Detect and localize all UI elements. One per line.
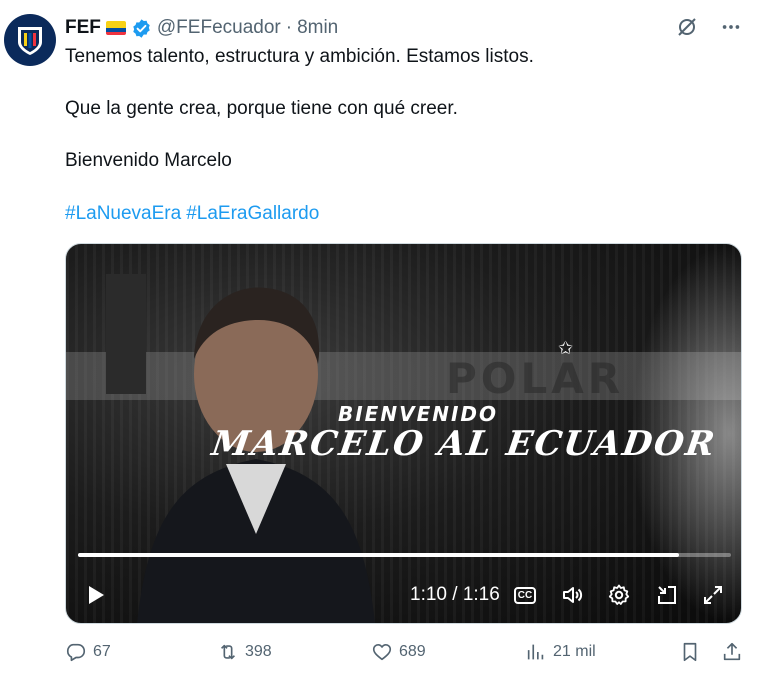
retweet-count: 398 xyxy=(245,643,272,660)
banner-text: POLAR xyxy=(446,354,625,403)
grok-icon[interactable] xyxy=(674,14,700,40)
captions-label: CC xyxy=(513,586,537,604)
views-button[interactable]: 21 mil xyxy=(525,641,596,663)
author-name[interactable]: FEF xyxy=(65,17,101,39)
top-actions xyxy=(674,14,744,40)
play-icon[interactable] xyxy=(86,584,106,606)
more-icon[interactable] xyxy=(718,14,744,40)
retweet-button[interactable]: 398 xyxy=(217,641,272,663)
hashtags: #LaNuevaEra #LaEraGallardo xyxy=(65,202,324,226)
hashtag-link[interactable]: #LaNuevaEra xyxy=(65,203,181,224)
star-icon: ✩ xyxy=(558,338,574,358)
heart-icon xyxy=(372,644,392,661)
verified-badge-icon xyxy=(133,18,150,38)
reply-count: 67 xyxy=(93,643,111,660)
video-player[interactable]: POLAR ✩ BIENVENIDO MARCELO AL ECUADOR 1:… xyxy=(65,243,742,624)
timestamp[interactable]: 8min xyxy=(297,17,338,39)
hashtag-link[interactable]: #LaEraGallardo xyxy=(186,203,319,224)
like-count: 689 xyxy=(399,643,426,660)
ecuador-flag-icon xyxy=(105,21,126,35)
bookmark-icon xyxy=(683,642,697,662)
overlay-large-text: MARCELO AL ECUADOR xyxy=(209,424,719,464)
view-count: 21 mil xyxy=(553,643,596,660)
volume-icon[interactable] xyxy=(559,582,585,608)
like-button[interactable]: 689 xyxy=(371,641,426,663)
video-timecode: 1:10 / 1:16 xyxy=(410,584,500,605)
video-progress-fill xyxy=(78,553,679,557)
retweet-icon xyxy=(220,644,236,660)
share-icon xyxy=(723,642,741,661)
separator-dot: · xyxy=(285,17,293,38)
bookmark-button[interactable] xyxy=(679,641,701,663)
share-button[interactable] xyxy=(721,641,743,663)
views-icon xyxy=(527,644,544,660)
dock-icon[interactable] xyxy=(654,582,680,608)
author-handle[interactable]: @FEFecuador xyxy=(157,17,281,39)
video-controls: 1:10 / 1:16 CC xyxy=(66,574,741,614)
tweet-actions: 67 398 689 21 mil xyxy=(65,641,745,669)
video-progress-bar[interactable] xyxy=(78,553,731,557)
reply-icon xyxy=(66,643,86,662)
settings-icon[interactable] xyxy=(606,582,632,608)
tweet-text-line-2: Que la gente crea, porque tiene con qué … xyxy=(65,98,458,119)
tweet-text-line-3: Bienvenido Marcelo xyxy=(65,150,232,171)
avatar[interactable] xyxy=(4,14,56,66)
overlay-small-text: BIENVENIDO xyxy=(338,402,499,426)
captions-icon[interactable]: CC xyxy=(512,582,538,608)
reply-button[interactable]: 67 xyxy=(65,641,111,663)
tweet-text-line-1: Tenemos talento, estructura y ambición. … xyxy=(65,46,534,67)
fullscreen-icon[interactable] xyxy=(700,582,726,608)
fef-logo-icon xyxy=(18,27,42,55)
tweet-header: FEF @FEFecuador · 8min xyxy=(65,14,338,42)
